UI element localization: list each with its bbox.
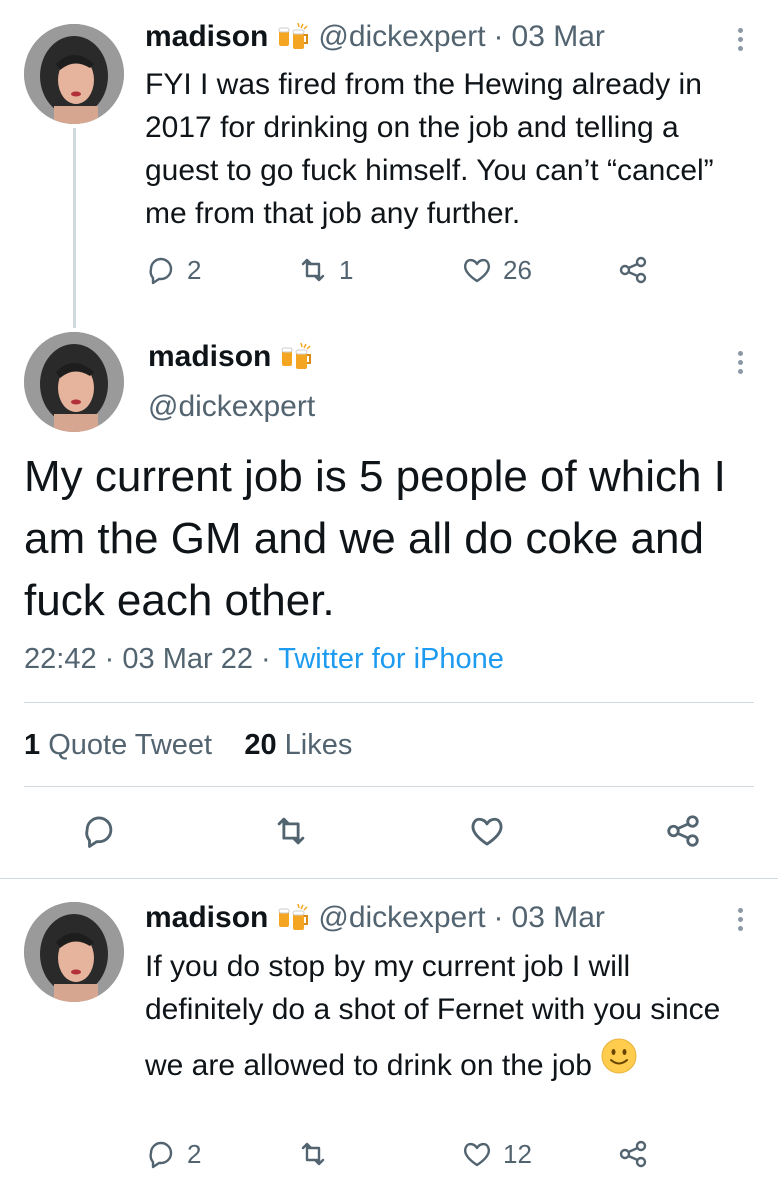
likes-label: Likes xyxy=(284,729,353,761)
more-icon[interactable] xyxy=(735,904,745,935)
share-icon xyxy=(617,254,649,286)
beer-emoji-icon xyxy=(279,341,313,373)
thread-connector-line xyxy=(73,128,76,328)
reply-button[interactable]: 2 xyxy=(145,254,201,286)
tweet-actions: 2 12 xyxy=(145,1138,665,1172)
tweet-time[interactable]: 22:42 xyxy=(24,643,97,675)
retweet-icon xyxy=(297,254,329,286)
handle[interactable]: @dickexpert xyxy=(148,390,315,424)
like-icon xyxy=(468,812,506,850)
display-name[interactable]: madison xyxy=(145,20,268,54)
like-count: 12 xyxy=(503,1138,532,1169)
likes-stat[interactable]: 20 Likes xyxy=(244,729,352,761)
separator-dot: · xyxy=(104,643,115,675)
more-icon[interactable] xyxy=(735,347,745,378)
tweet-metadata: 22:42 · 03 Mar 22 · Twitter for iPhone xyxy=(24,643,504,676)
like-button[interactable] xyxy=(468,812,506,850)
tweet-actions: 2 1 26 xyxy=(145,254,665,288)
display-name[interactable]: madison xyxy=(145,901,268,935)
more-icon[interactable] xyxy=(735,24,745,55)
reply-count: 2 xyxy=(187,254,202,285)
like-button[interactable]: 26 xyxy=(461,254,532,286)
retweet-button[interactable] xyxy=(272,812,310,850)
tweet-date[interactable]: 03 Mar 22 xyxy=(122,643,253,675)
like-total: 20 xyxy=(244,729,277,761)
reply-button[interactable] xyxy=(80,812,118,850)
separator-dot: · xyxy=(261,643,271,675)
smiley-emoji-icon xyxy=(600,1037,638,1075)
divider xyxy=(24,786,754,787)
share-icon xyxy=(664,812,702,850)
like-icon xyxy=(461,1138,493,1170)
quote-label: Quote Tweet xyxy=(48,729,213,761)
handle[interactable]: @dickexpert xyxy=(318,901,485,935)
retweet-icon xyxy=(272,812,310,850)
reply-button[interactable]: 2 xyxy=(145,1138,201,1170)
like-count: 26 xyxy=(503,254,532,285)
share-button[interactable] xyxy=(617,1138,649,1170)
avatar-image xyxy=(24,902,124,1002)
retweet-icon xyxy=(297,1138,329,1170)
tweet-stats: 1 Quote Tweet 20 Likes xyxy=(24,729,352,762)
beer-emoji-icon xyxy=(276,902,310,934)
avatar[interactable] xyxy=(24,902,124,1002)
reply-icon xyxy=(145,254,177,286)
tweet-header: madison @dickexpert · 03 Mar xyxy=(145,20,605,54)
tweet-date[interactable]: 03 Mar xyxy=(512,20,605,54)
tweet-date[interactable]: 03 Mar xyxy=(512,901,605,935)
share-button[interactable] xyxy=(664,812,702,850)
share-icon xyxy=(617,1138,649,1170)
handle[interactable]: @dickexpert xyxy=(318,20,485,54)
avatar[interactable] xyxy=(24,24,124,124)
divider xyxy=(24,702,754,703)
tweet-header: madison xyxy=(148,340,313,374)
like-button[interactable]: 12 xyxy=(461,1138,532,1170)
beer-emoji-icon xyxy=(276,21,310,53)
tweet-source-link[interactable]: Twitter for iPhone xyxy=(278,643,504,675)
avatar-image xyxy=(24,24,124,124)
divider xyxy=(0,878,778,879)
tweet-header: madison @dickexpert · 03 Mar xyxy=(145,901,605,935)
tweet-text: FYI I was fired from the Hewing already … xyxy=(145,68,714,230)
reply-icon xyxy=(80,812,118,850)
separator-dot: · xyxy=(493,20,504,53)
avatar-image xyxy=(24,332,124,432)
retweet-button[interactable] xyxy=(297,1138,329,1170)
quote-tweets-stat[interactable]: 1 Quote Tweet xyxy=(24,729,212,761)
reply-count: 2 xyxy=(187,1138,202,1169)
display-name[interactable]: madison xyxy=(148,340,271,374)
quote-count: 1 xyxy=(24,729,41,761)
main-tweet-text: My current job is 5 people of which I am… xyxy=(24,452,726,625)
separator-dot: · xyxy=(493,901,504,934)
tweet-text: If you do stop by my current job I will … xyxy=(145,945,745,1087)
reply-icon xyxy=(145,1138,177,1170)
share-button[interactable] xyxy=(617,254,649,286)
main-tweet-actions xyxy=(24,812,744,852)
retweet-count: 1 xyxy=(339,254,354,285)
retweet-button[interactable]: 1 xyxy=(297,254,353,286)
avatar[interactable] xyxy=(24,332,124,432)
like-icon xyxy=(461,254,493,286)
